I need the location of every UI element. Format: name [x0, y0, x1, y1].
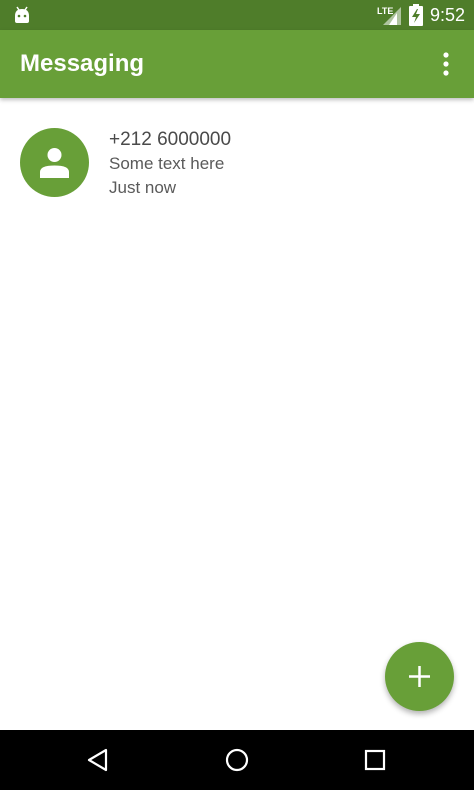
back-icon[interactable] — [84, 745, 114, 775]
plus-icon — [409, 666, 430, 687]
conversation-list: +212 6000000 Some text here Just now — [0, 98, 474, 228]
lte-label: LTE — [377, 6, 393, 16]
status-bar: LTE 9:52 — [0, 0, 474, 30]
conversation-snippet: Some text here — [109, 154, 225, 173]
home-icon[interactable] — [222, 745, 252, 775]
battery-charging-icon — [409, 4, 423, 26]
conversation-time: Just now — [109, 178, 177, 197]
lte-signal-icon: LTE — [377, 6, 401, 25]
conversation-item[interactable]: +212 6000000 Some text here Just now — [0, 98, 474, 228]
avatar — [20, 128, 89, 197]
app-title: Messaging — [20, 50, 145, 77]
person-icon — [40, 148, 69, 178]
navigation-bar — [0, 730, 474, 790]
android-icon — [15, 6, 29, 23]
new-message-button[interactable] — [385, 642, 454, 711]
conversation-title: +212 6000000 — [109, 129, 232, 150]
recents-icon[interactable] — [360, 745, 390, 775]
status-time: 9:52 — [430, 5, 466, 25]
overflow-menu-icon[interactable] — [432, 50, 460, 78]
conversation-text: +212 6000000 Some text here Just now — [109, 128, 231, 200]
app-bar: Messaging — [0, 30, 474, 98]
